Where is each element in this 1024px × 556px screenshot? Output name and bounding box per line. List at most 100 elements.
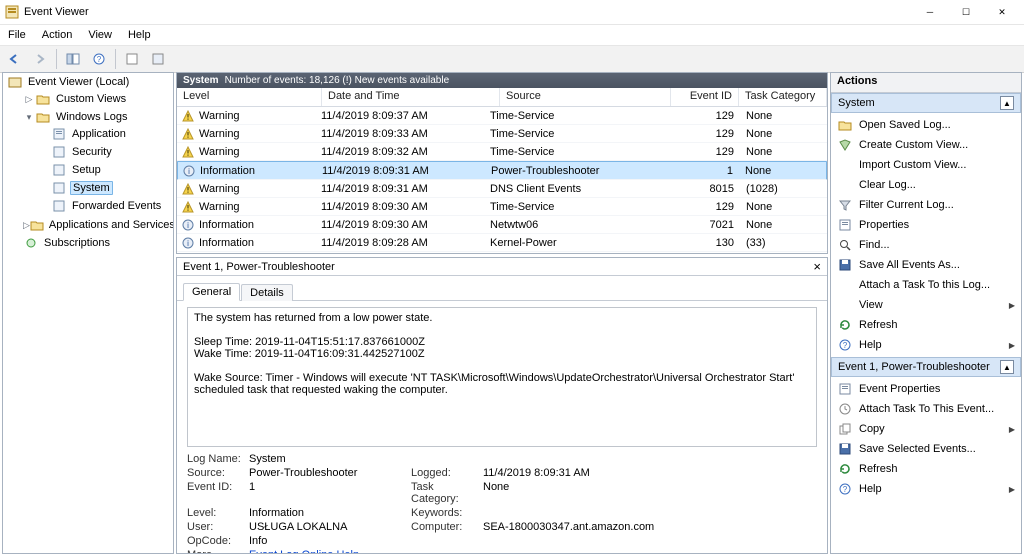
col-datetime[interactable]: Date and Time: [322, 88, 500, 106]
level-icon: i: [182, 164, 196, 178]
detail-message[interactable]: The system has returned from a low power…: [187, 307, 817, 447]
expand-icon[interactable]: ▷: [23, 220, 30, 231]
detail-meta: Log Name:System Source:Power-Troubleshoo…: [187, 453, 817, 553]
event-log-help-link[interactable]: Event Log Online Help: [249, 549, 359, 553]
action-icon: [837, 421, 853, 437]
action-item[interactable]: Create Custom View...: [831, 135, 1021, 155]
action-icon: [837, 381, 853, 397]
tab-details[interactable]: Details: [241, 284, 293, 301]
action-item[interactable]: Clear Log...: [831, 175, 1021, 195]
col-level[interactable]: Level: [177, 88, 322, 106]
tree-system[interactable]: System: [70, 181, 113, 195]
collapse-icon[interactable]: ▲: [1000, 96, 1014, 110]
action-item[interactable]: ?Help▶: [831, 335, 1021, 355]
submenu-arrow-icon: ▶: [1009, 425, 1015, 434]
subs-icon: [23, 236, 39, 250]
cell-datetime: 11/4/2019 8:09:37 AM: [319, 110, 488, 122]
svg-text:?: ?: [843, 485, 848, 494]
action-item[interactable]: Filter Current Log...: [831, 195, 1021, 215]
list-header: System Number of events: 18,126 (!) New …: [177, 73, 827, 88]
action-item[interactable]: Find...: [831, 235, 1021, 255]
close-button[interactable]: ✕: [984, 1, 1020, 23]
action-label: View: [859, 299, 883, 311]
detail-close-icon[interactable]: ×: [813, 259, 821, 274]
tree-root-icon: [7, 75, 23, 89]
action-item[interactable]: Save Selected Events...: [831, 439, 1021, 459]
menu-view[interactable]: View: [86, 28, 114, 42]
titlebar: Event Viewer ─ ☐ ✕: [0, 0, 1024, 25]
action-label: Refresh: [859, 319, 898, 331]
show-hide-tree-button[interactable]: [61, 47, 85, 71]
tree-root[interactable]: Event Viewer (Local): [26, 76, 131, 88]
action-icon: [837, 177, 853, 193]
maximize-button[interactable]: ☐: [948, 1, 984, 23]
expand-icon[interactable]: ▷: [23, 94, 35, 105]
tree-subs[interactable]: Subscriptions: [42, 237, 112, 249]
tree-windows-logs[interactable]: Windows Logs: [54, 111, 130, 123]
tree-setup[interactable]: Setup: [70, 164, 103, 176]
table-row[interactable]: Warning11/4/2019 8:09:32 AMTime-Service1…: [177, 143, 827, 161]
action-label: Properties: [859, 219, 909, 231]
menu-file[interactable]: File: [6, 28, 28, 42]
tree-security[interactable]: Security: [70, 146, 114, 158]
tab-general[interactable]: General: [183, 283, 240, 301]
action-item[interactable]: Attach Task To This Event...: [831, 399, 1021, 419]
toolbar: ?: [0, 46, 1024, 73]
tree-custom-views[interactable]: Custom Views: [54, 93, 128, 105]
forward-button[interactable]: [28, 47, 52, 71]
table-row[interactable]: Warning11/4/2019 8:09:37 AMTime-Service1…: [177, 107, 827, 125]
expand-icon[interactable]: ▾: [23, 112, 35, 123]
cell-level: Information: [199, 219, 254, 231]
level-icon: [181, 109, 195, 123]
tree-apps-svcs[interactable]: Applications and Services Logs: [47, 219, 174, 231]
menu-help[interactable]: Help: [126, 28, 153, 42]
menu-action[interactable]: Action: [40, 28, 75, 42]
toolbar-btn-2[interactable]: [146, 47, 170, 71]
action-item[interactable]: ?Help▶: [831, 479, 1021, 499]
tree-forwarded[interactable]: Forwarded Events: [70, 200, 163, 212]
cell-eventid: 129: [679, 201, 740, 213]
log-icon: [51, 181, 67, 195]
action-item[interactable]: Copy▶: [831, 419, 1021, 439]
action-item[interactable]: Refresh: [831, 459, 1021, 479]
actions-group-event[interactable]: Event 1, Power-Troubleshooter▲: [831, 357, 1021, 377]
actions-header: Actions: [831, 73, 1021, 93]
tree-application[interactable]: Application: [70, 128, 128, 140]
action-item[interactable]: Refresh: [831, 315, 1021, 335]
col-source[interactable]: Source: [500, 88, 671, 106]
col-eventid[interactable]: Event ID: [671, 88, 739, 106]
table-row[interactable]: Warning11/4/2019 8:09:30 AMTime-Service1…: [177, 198, 827, 216]
help-button[interactable]: ?: [87, 47, 111, 71]
table-row[interactable]: Warning11/4/2019 8:09:33 AMTime-Service1…: [177, 125, 827, 143]
cell-source: Time-Service: [488, 201, 679, 213]
cell-datetime: 11/4/2019 8:09:31 AM: [319, 183, 488, 195]
minimize-button[interactable]: ─: [912, 1, 948, 23]
table-row[interactable]: iInformation11/4/2019 8:09:30 AMNetwtw06…: [177, 216, 827, 234]
action-item[interactable]: Attach a Task To this Log...: [831, 275, 1021, 295]
col-taskcat[interactable]: Task Category: [739, 88, 827, 106]
table-row[interactable]: Warning11/4/2019 8:09:31 AMDNS Client Ev…: [177, 180, 827, 198]
toolbar-btn-1[interactable]: [120, 47, 144, 71]
svg-text:i: i: [188, 167, 190, 176]
level-icon: [181, 127, 195, 141]
cell-datetime: 11/4/2019 8:09:33 AM: [319, 128, 488, 140]
collapse-icon[interactable]: ▲: [1000, 360, 1014, 374]
event-rows[interactable]: Warning11/4/2019 8:09:37 AMTime-Service1…: [177, 107, 827, 253]
menubar: File Action View Help: [0, 25, 1024, 46]
nav-tree[interactable]: Event Viewer (Local) ▷ Custom Views ▾ Wind…: [2, 72, 174, 554]
action-icon: ?: [837, 481, 853, 497]
table-row[interactable]: iInformation11/4/2019 8:09:31 AMPower-Tr…: [177, 161, 827, 180]
cell-taskcat: (33): [740, 237, 827, 249]
action-item[interactable]: Save All Events As...: [831, 255, 1021, 275]
action-item[interactable]: Properties: [831, 215, 1021, 235]
back-button[interactable]: [2, 47, 26, 71]
action-item[interactable]: View▶: [831, 295, 1021, 315]
table-row[interactable]: iInformation11/4/2019 8:09:28 AMKernel-P…: [177, 252, 827, 253]
table-row[interactable]: iInformation11/4/2019 8:09:28 AMKernel-P…: [177, 234, 827, 252]
action-label: Filter Current Log...: [859, 199, 954, 211]
actions-group-system[interactable]: System▲: [831, 93, 1021, 113]
action-item[interactable]: Open Saved Log...: [831, 115, 1021, 135]
action-item[interactable]: Import Custom View...: [831, 155, 1021, 175]
action-item[interactable]: Event Properties: [831, 379, 1021, 399]
column-headers[interactable]: Level Date and Time Source Event ID Task…: [177, 88, 827, 107]
